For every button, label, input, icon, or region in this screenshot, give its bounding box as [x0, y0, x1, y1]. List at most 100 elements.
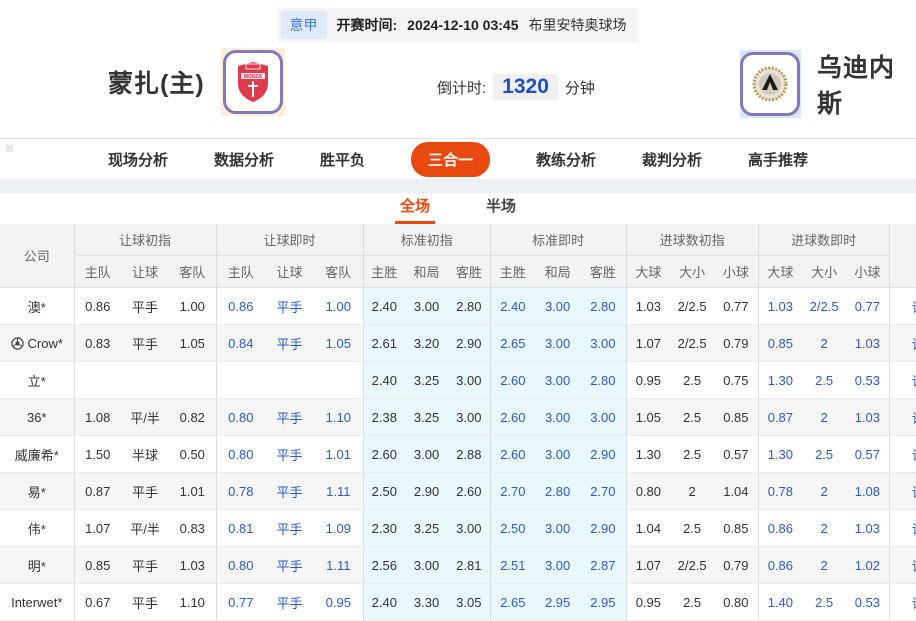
monza-crest-icon: MONZA [222, 50, 283, 114]
odds-cell: 2.50 [489, 509, 536, 547]
odds-cell: 0.57 [846, 435, 890, 473]
detail-link[interactable]: 详情 [912, 337, 916, 352]
home-team-logo: MONZA [220, 48, 285, 116]
column-header-company: 公司 [0, 224, 74, 288]
odds-cell: 2.5 [670, 398, 715, 436]
odds-cell: 3.00 [580, 398, 627, 436]
detail-cell: 详情 [888, 287, 916, 325]
odds-cell: 0.95 [625, 583, 671, 621]
odds-cell: 2.38 [362, 398, 406, 436]
detail-link[interactable]: 详情 [912, 522, 916, 537]
tab-教练分析[interactable]: 教练分析 [536, 149, 596, 170]
home-team: 蒙扎(主) MONZA [108, 48, 285, 116]
odds-cell: 2/2.5 [802, 287, 847, 325]
odds-cell: 2.90 [405, 472, 449, 510]
table-row: Crow* 0.83 平手 1.05 0.84 平手 1.05 2.61 3.20 2.90 2.6… [0, 324, 916, 362]
group-header: 标准即时 [489, 224, 627, 256]
league-badge[interactable]: 意甲 [280, 11, 327, 39]
odds-cell: 1.11 [314, 472, 364, 510]
subtab-全场[interactable]: 全场 [394, 195, 435, 224]
subtab-半场[interactable]: 半场 [481, 195, 521, 224]
odds-cell: 2 [802, 398, 847, 436]
sub-column-header: 让球 [265, 255, 315, 288]
odds-cell: 0.82 [169, 398, 217, 436]
odds-cell: 2.56 [362, 546, 406, 584]
company-cell: 伟* [0, 509, 74, 547]
odds-cell: 0.80 [714, 583, 759, 621]
odds-cell [73, 361, 121, 399]
detail-link[interactable]: 详情 [912, 300, 916, 315]
detail-link[interactable]: 详情 [912, 411, 916, 426]
odds-cell: 半球 [121, 435, 169, 473]
odds-cell: 1.01 [169, 472, 217, 510]
odds-cell: 2/2.5 [670, 324, 715, 362]
detail-link[interactable]: 详情 [912, 596, 916, 611]
odds-cell: 0.67 [73, 583, 121, 621]
odds-cell: 2.70 [489, 472, 536, 510]
tab-裁判分析[interactable]: 裁判分析 [642, 149, 702, 170]
company-cell: 澳* [0, 287, 74, 325]
group-header: 进球数即时 [757, 224, 890, 256]
top-info-bar: 意甲 开赛时间: 2024-12-10 03:45 布里安特奥球场 [0, 0, 916, 42]
odds-cell: 1.40 [757, 583, 803, 621]
udinese-crest-icon [740, 52, 801, 116]
odds-cell: 平手 [265, 546, 315, 584]
odds-cell: 2.87 [580, 546, 627, 584]
odds-cell: 3.00 [580, 324, 627, 362]
sub-column-header: 和局 [535, 255, 581, 288]
company-cell: 明* [0, 546, 74, 584]
odds-cell: 0.53 [846, 361, 890, 399]
detail-link[interactable]: 详情 [912, 374, 916, 389]
sub-column-header: 让球 [121, 255, 169, 288]
tab-胜平负[interactable]: 胜平负 [320, 149, 365, 170]
odds-cell: 0.77 [714, 287, 759, 325]
detail-link[interactable]: 详情 [912, 559, 916, 574]
odds-cell: 平手 [265, 324, 315, 362]
odds-cell: 2.51 [489, 546, 536, 584]
tab-三合一[interactable]: 三合一 [410, 141, 490, 177]
odds-cell: 2.60 [489, 435, 536, 473]
detail-link[interactable]: 详情 [912, 448, 916, 463]
tab-高手推荐[interactable]: 高手推荐 [748, 149, 808, 170]
group-header: 标准初指 [362, 224, 491, 256]
odds-cell: 2.80 [580, 287, 627, 325]
odds-cell: 0.83 [169, 509, 217, 547]
odds-cell: 0.75 [714, 361, 759, 399]
detail-cell: 详情 [888, 546, 916, 584]
odds-cell: 0.80 [215, 546, 266, 584]
odds-cell: 0.95 [314, 583, 364, 621]
odds-cell: 2.65 [489, 583, 536, 621]
odds-cell: 1.10 [169, 583, 217, 621]
countdown: 倒计时: 1320 分钟 [437, 74, 595, 100]
odds-cell: 2 [802, 324, 847, 362]
odds-cell: 3.00 [535, 361, 581, 399]
group-header: 让球初指 [73, 224, 217, 256]
company-cell: 易* [0, 472, 74, 510]
odds-cell: 平手 [121, 287, 169, 325]
sub-column-header: 客队 [314, 255, 364, 288]
odds-cell: 3.30 [405, 583, 449, 621]
tab-现场分析[interactable]: 现场分析 [108, 149, 168, 170]
odds-cell: 平手 [265, 398, 315, 436]
countdown-label: 倒计时: [437, 79, 487, 97]
odds-cell: 3.00 [535, 509, 581, 547]
odds-cell: 1.03 [846, 509, 890, 547]
odds-cell: 2.61 [362, 324, 406, 362]
sub-column-header: 主队 [215, 255, 266, 288]
countdown-unit: 分钟 [564, 79, 595, 97]
odds-cell: 平手 [121, 472, 169, 510]
odds-cell: 2.5 [670, 509, 715, 547]
sub-column-header: 主队 [73, 255, 121, 288]
odds-cell: 0.85 [73, 546, 121, 584]
company-cell: 36* [0, 398, 74, 436]
odds-cell: 2 [802, 546, 847, 584]
detail-link[interactable]: 详情 [912, 485, 916, 500]
tab-数据分析[interactable]: 数据分析 [214, 149, 274, 170]
odds-cell: 1.09 [314, 509, 364, 547]
odds-cell: 1.03 [846, 324, 890, 362]
odds-cell: 2.5 [670, 361, 715, 399]
main-tabs: 现场分析 数据分析 胜平负 三合一 教练分析 裁判分析 高手推荐 [0, 138, 916, 179]
odds-cell: 0.85 [714, 398, 759, 436]
table-row: 易* 0.87 平手 1.01 0.78 平手 1.11 2.50 2.90 2.60 2.70 2.… [0, 472, 916, 510]
odds-cell: 0.84 [215, 324, 266, 362]
